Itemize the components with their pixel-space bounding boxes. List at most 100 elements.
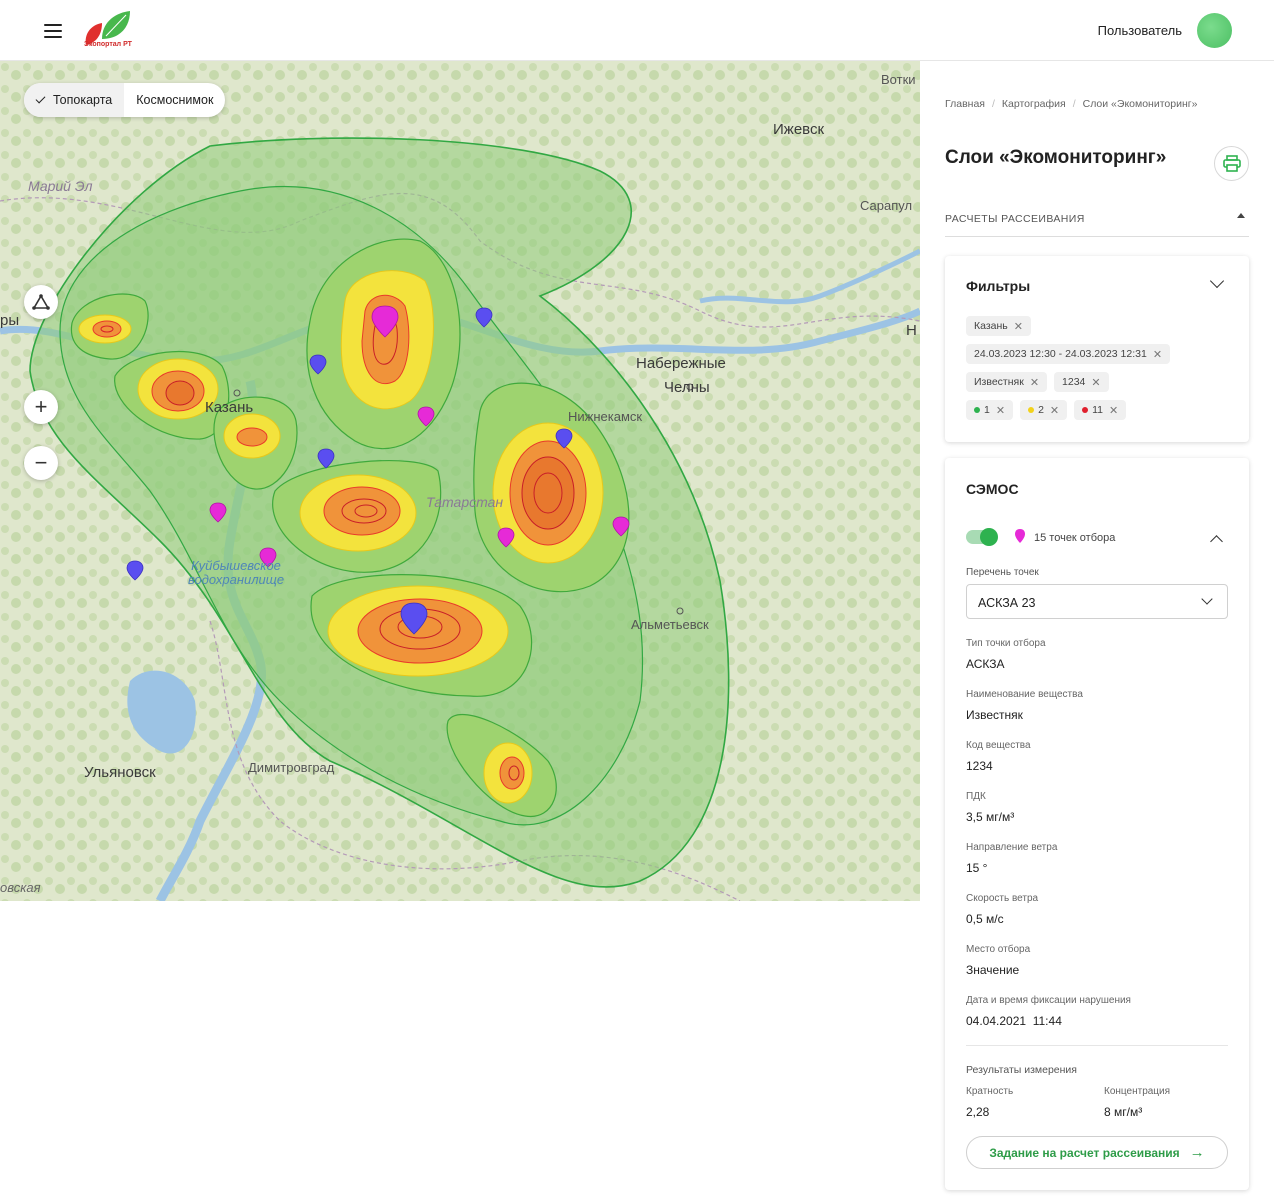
label-mari-el: Марий Эл <box>28 178 93 194</box>
zoom-in-button[interactable]: + <box>24 390 58 424</box>
field-wind-direction-label: Направление ветра <box>966 842 1058 853</box>
close-icon[interactable]: ✕ <box>1091 376 1100 389</box>
label-votkinsk: Вотки <box>881 72 916 87</box>
label-edge-left: ры <box>0 312 20 329</box>
chip-substance[interactable]: Известняк ✕ <box>966 372 1048 392</box>
chip-level-red-label: 11 <box>1092 404 1104 416</box>
chip-level-yellow[interactable]: 2 ✕ <box>1020 400 1068 420</box>
minus-icon: − <box>34 450 48 475</box>
result-ratio: Кратность 2,28 <box>966 1086 1013 1119</box>
side-panel: Главная / Картография / Слои «Экомониторинг»… <box>920 61 1274 1200</box>
label-dimitrovgrad: Димитровград <box>248 760 335 775</box>
field-code-value: 1234 <box>966 759 993 773</box>
close-icon[interactable]: ✕ <box>1109 404 1118 417</box>
field-place-label: Место отбора <box>966 944 1031 955</box>
user-name[interactable]: Пользователь <box>1098 23 1182 38</box>
close-icon[interactable]: ✕ <box>1014 320 1023 333</box>
chip-dates-label: 24.03.2023 12:30 - 24.03.2023 12:31 <box>974 348 1147 360</box>
chip-dates[interactable]: 24.03.2023 12:30 - 24.03.2023 12:31 ✕ <box>966 344 1171 364</box>
caret-up-icon <box>1237 213 1245 218</box>
field-datetime-label: Дата и время фиксации нарушения <box>966 995 1131 1006</box>
map-layer-switch: Топокарта Космоснимок <box>24 83 226 117</box>
layer-satellite-button[interactable]: Космоснимок <box>124 83 225 117</box>
chevron-up-icon[interactable] <box>1210 535 1223 548</box>
field-code: Код вещества 1234 <box>966 740 1226 773</box>
user-avatar[interactable] <box>1197 13 1232 48</box>
result-concentration-label: Концентрация <box>1104 1086 1171 1097</box>
label-ulyanovsk: Ульяновск <box>84 764 156 781</box>
field-wind-speed-label: Скорость ветра <box>966 893 1039 904</box>
printer-icon <box>1222 155 1241 172</box>
label-edge-bottom: овская <box>0 880 41 895</box>
filter-chips: Казань ✕ 24.03.2023 12:30 - 24.03.2023 12… <box>966 316 1236 428</box>
field-place: Место отбора Значение <box>966 944 1226 977</box>
map-pin-icon <box>1015 529 1025 543</box>
chip-substance-label: Известняк <box>974 376 1024 388</box>
label-almetyevsk: Альметьевск <box>631 617 709 632</box>
breadcrumb-current: Слои «Экомониторинг» <box>1082 98 1198 110</box>
divider <box>966 1045 1228 1046</box>
layer-toggle[interactable] <box>966 528 998 546</box>
chip-code-label: 1234 <box>1062 376 1086 388</box>
chip-level-green[interactable]: 1 ✕ <box>966 400 1014 420</box>
points-count: 15 точек отбора <box>1034 532 1116 544</box>
close-icon[interactable]: ✕ <box>1030 376 1039 389</box>
field-wind-speed: Скорость ветра 0,5 м/с <box>966 893 1226 926</box>
field-type: Тип точки отбора АСКЗА <box>966 638 1226 671</box>
label-chelny: Челны <box>664 379 710 396</box>
points-select[interactable]: АСКЗА 23 <box>966 584 1228 619</box>
field-pdk-label: ПДК <box>966 791 986 802</box>
chevron-down-icon[interactable] <box>1209 273 1225 289</box>
green-dot-icon <box>974 407 980 413</box>
breadcrumb: Главная / Картография / Слои «Экомониторинг» <box>945 98 1198 110</box>
zoom-out-button[interactable]: − <box>24 446 58 480</box>
chip-level-red[interactable]: 11 ✕ <box>1074 400 1127 420</box>
yellow-dot-icon <box>1028 407 1035 413</box>
field-pdk-value: 3,5 мг/м³ <box>966 810 1015 824</box>
dispersion-task-button[interactable]: Задание на расчет рассеивания → <box>966 1136 1228 1169</box>
field-substance-value: Известняк <box>966 708 1023 722</box>
label-tatarstan: Татарстан <box>426 494 504 510</box>
red-dot-icon <box>1082 407 1089 413</box>
close-icon[interactable]: ✕ <box>1153 348 1162 361</box>
field-pdk: ПДК 3,5 мг/м³ <box>966 791 1226 824</box>
label-edge-right: Н <box>906 322 917 339</box>
polygon-tool-button[interactable] <box>24 285 58 319</box>
arrow-right-icon: → <box>1189 1144 1205 1161</box>
result-ratio-label: Кратность <box>966 1086 1014 1097</box>
label-nizhnekamsk: Нижнекамск <box>568 409 643 424</box>
check-icon <box>35 93 46 104</box>
print-button[interactable] <box>1214 146 1249 181</box>
label-reservoir-line2: водохранилище <box>188 572 285 587</box>
field-wind-speed-value: 0,5 м/с <box>966 912 1004 926</box>
points-list-label: Перечень точек <box>966 567 1039 578</box>
map-view[interactable]: Ижевск Вотки Сарапул Марий Эл Казань Наб… <box>0 61 920 901</box>
chevron-down-icon <box>1201 593 1213 605</box>
result-ratio-value: 2,28 <box>966 1105 990 1119</box>
filters-title: Фильтры <box>966 278 1031 294</box>
app-header: Экопортал РТ Пользователь <box>0 0 1274 61</box>
field-wind-direction-value: 15 ° <box>966 861 988 875</box>
menu-icon[interactable] <box>44 24 62 38</box>
section-dropdown[interactable]: РАСЧЕТЫ РАССЕИВАНИЯ <box>945 209 1249 237</box>
breadcrumb-cartography[interactable]: Картография <box>1002 98 1066 110</box>
dispersion-task-label: Задание на расчет рассеивания <box>989 1145 1180 1160</box>
close-icon[interactable]: ✕ <box>996 404 1005 417</box>
semos-title: СЭМОС <box>966 481 1019 497</box>
chip-code[interactable]: 1234 ✕ <box>1054 372 1109 392</box>
chip-city[interactable]: Казань ✕ <box>966 316 1031 336</box>
field-type-value: АСКЗА <box>966 657 1005 671</box>
label-reservoir-line1: Куйбышевское <box>191 558 281 573</box>
field-substance: Наименование вещества Известняк <box>966 689 1226 722</box>
section-label: РАСЧЕТЫ РАССЕИВАНИЯ <box>945 213 1085 225</box>
filters-card: Фильтры Казань ✕ 24.03.2023 12:30 - 24.03… <box>945 256 1249 442</box>
chip-level-yellow-label: 2 <box>1038 404 1044 416</box>
close-icon[interactable]: ✕ <box>1050 404 1059 417</box>
page-title: Слои «Экомониторинг» <box>945 147 1167 168</box>
triangle-draw-icon <box>32 294 50 310</box>
label-sarapul: Сарапул <box>860 198 913 213</box>
result-concentration-value: 8 мг/м³ <box>1104 1105 1143 1119</box>
layer-topo-label: Топокарта <box>53 93 113 107</box>
layer-topo-button[interactable]: Топокарта <box>24 83 125 117</box>
breadcrumb-home[interactable]: Главная <box>945 98 985 110</box>
